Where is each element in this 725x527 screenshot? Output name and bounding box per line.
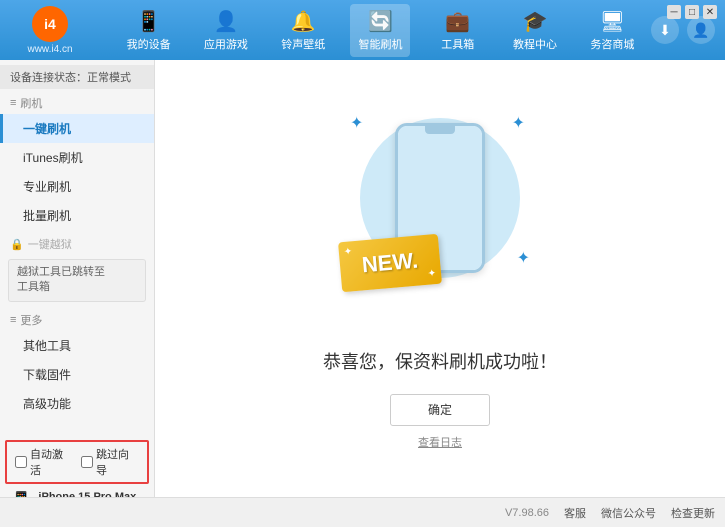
mode-label: 设备连接状态：正常模式 [10,69,131,85]
apps-games-icon: 👤 [213,9,238,34]
confirm-button[interactable]: 确定 [390,394,490,426]
footer: V7.98.66 客服 微信公众号 检查更新 [0,497,725,527]
header-right: ⬇ 👤 [651,16,715,44]
download-firmware-label: 下载固件 [23,368,71,382]
sidebar-other-tools[interactable]: 其他工具 [0,331,154,360]
nav-smart-flash[interactable]: 🔄 智能刷机 [350,4,410,57]
sparkle-2: ✦ [512,113,525,133]
toolbox-icon: 💼 [445,9,470,34]
footer-wechat[interactable]: 微信公众号 [601,505,656,521]
nav-tutorials-label: 教程中心 [513,36,557,52]
nav-service-label: 务咨商城 [590,36,634,52]
auto-activate-row: 自动激活 跳过向导 [5,440,149,484]
header: i4 www.i4.cn 📱 我的设备 👤 应用游戏 🔔 铃声壁纸 🔄 智能刷机… [0,0,725,60]
footer-right: V7.98.66 客服 微信公众号 检查更新 [505,505,715,521]
user-button[interactable]: 👤 [687,16,715,44]
device-phone-icon: 📱 [10,491,32,497]
auto-activate-label: 自动激活 [30,446,73,478]
itunes-flash-label: iTunes刷机 [23,151,83,165]
download-button[interactable]: ⬇ [651,16,679,44]
mode-bar: 设备连接状态：正常模式 [0,65,154,89]
badge-star-2: ✦ [427,268,436,280]
auto-activate-checkbox-label[interactable]: 自动激活 [15,446,73,478]
nav-bar: 📱 我的设备 👤 应用游戏 🔔 铃声壁纸 🔄 智能刷机 💼 工具箱 🎓 [110,4,651,57]
flash-section-text: 刷机 [20,95,42,111]
close-button[interactable]: ✕ [703,5,717,19]
maximize-button[interactable]: □ [685,5,699,19]
advanced-label: 高级功能 [23,397,71,411]
new-badge: NEW. ✦ ✦ [338,233,442,292]
jailbreak-section-text: 一键越狱 [28,236,72,252]
logo-icon: i4 [32,6,68,42]
tutorials-icon: 🎓 [523,9,548,34]
sidebar-one-key-flash[interactable]: 一键刷机 [0,114,154,143]
nav-smart-flash-label: 智能刷机 [358,36,402,52]
nav-tutorials[interactable]: 🎓 教程中心 [505,4,565,57]
more-section-label: ≡ 更多 [0,306,154,331]
logo-area: i4 www.i4.cn [10,6,90,55]
sidebar: 设备连接状态：正常模式 ≡ 刷机 一键刷机 iTunes刷机 专业刷机 批量刷机… [0,60,155,497]
success-message: 恭喜您，保资料刷机成功啦！ [323,348,557,374]
device-name: iPhone 15 Pro Max [38,491,136,497]
badge-star-1: ✦ [343,246,352,258]
sparkle-3: ✦ [517,248,530,268]
more-section-text: 更多 [20,312,42,328]
jailbreak-lock-icon: 🔒 [10,238,24,251]
nav-ringtones-label: 铃声壁纸 [281,36,325,52]
phone-illustration: ✦ ✦ ✦ NEW. ✦ ✦ [340,108,540,328]
one-key-flash-label: 一键刷机 [23,122,71,136]
jailbreak-warning-text: 越狱工具已跳转至工具箱 [17,266,105,293]
main-layout: 设备连接状态：正常模式 ≡ 刷机 一键刷机 iTunes刷机 专业刷机 批量刷机… [0,60,725,497]
batch-flash-label: 批量刷机 [23,209,71,223]
minimize-button[interactable]: ─ [667,5,681,19]
flash-section-label: ≡ 刷机 [0,89,154,114]
footer-check-update[interactable]: 检查更新 [671,505,715,521]
skip-guide-checkbox[interactable] [81,456,93,468]
sidebar-batch-flash[interactable]: 批量刷机 [0,201,154,230]
nav-my-device[interactable]: 📱 我的设备 [119,4,179,57]
logo-subtitle: www.i4.cn [27,44,72,55]
jailbreak-warning: 越狱工具已跳转至工具箱 [8,259,146,302]
nav-toolbox[interactable]: 💼 工具箱 [428,4,488,57]
phone-notch [425,126,455,134]
sparkle-1: ✦ [350,113,363,133]
nav-apps-games-label: 应用游戏 [204,36,248,52]
footer-customer-service[interactable]: 客服 [564,505,586,521]
nav-toolbox-label: 工具箱 [441,36,474,52]
device-details: iPhone 15 Pro Max 512GB iPhone [38,491,136,497]
content-area: ✦ ✦ ✦ NEW. ✦ ✦ 恭喜您，保资料刷机成功啦！ 确定 查看日志 [155,60,725,497]
service-icon: 🖥 [600,9,625,34]
sidebar-itunes-flash[interactable]: iTunes刷机 [0,143,154,172]
nav-ringtones[interactable]: 🔔 铃声壁纸 [273,4,333,57]
jailbreak-section-label: 🔒 一键越狱 [0,230,154,255]
window-controls: ─ □ ✕ [667,5,717,19]
nav-apps-games[interactable]: 👤 应用游戏 [196,4,256,57]
my-device-icon: 📱 [136,9,161,34]
device-info: 📱 iPhone 15 Pro Max 512GB iPhone [0,486,154,497]
ringtones-icon: 🔔 [291,9,316,34]
log-link[interactable]: 查看日志 [418,434,462,450]
sidebar-advanced[interactable]: 高级功能 [0,389,154,418]
pro-flash-label: 专业刷机 [23,180,71,194]
skip-guide-checkbox-label[interactable]: 跳过向导 [81,446,139,478]
version-text: V7.98.66 [505,507,549,519]
sidebar-download-firmware[interactable]: 下载固件 [0,360,154,389]
flash-section-icon: ≡ [10,97,16,109]
skip-guide-label: 跳过向导 [96,446,139,478]
nav-my-device-label: 我的设备 [127,36,171,52]
other-tools-label: 其他工具 [23,339,71,353]
smart-flash-icon: 🔄 [368,9,393,34]
nav-service[interactable]: 🖥 务咨商城 [582,4,642,57]
auto-activate-checkbox[interactable] [15,456,27,468]
sidebar-pro-flash[interactable]: 专业刷机 [0,172,154,201]
more-section-icon: ≡ [10,314,16,326]
new-badge-text: NEW. [361,247,419,278]
